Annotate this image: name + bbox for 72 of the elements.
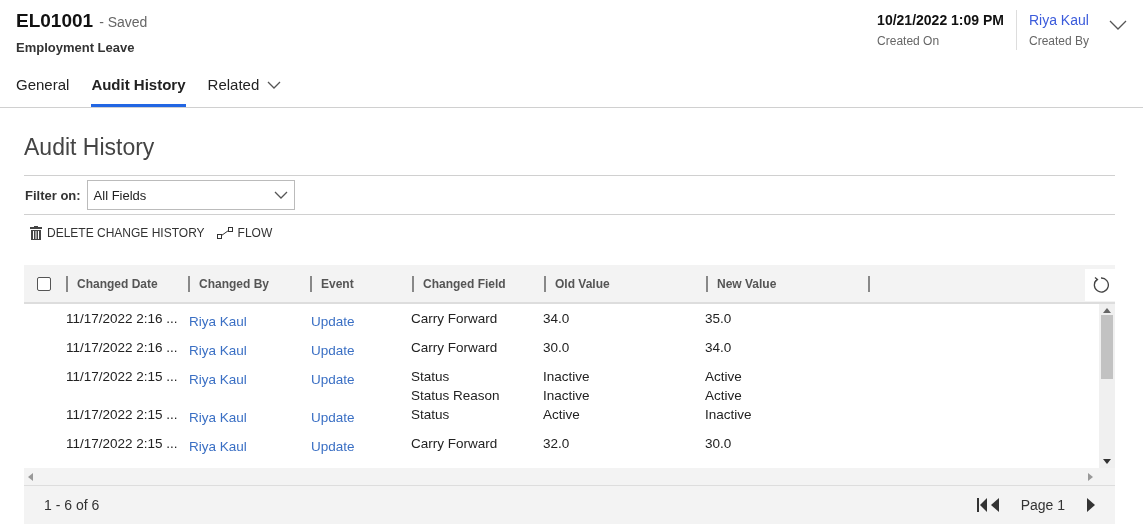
event-link[interactable]: Update — [311, 367, 411, 387]
scroll-right-arrow-icon[interactable] — [1088, 472, 1093, 481]
table-cell-text: Inactive — [705, 406, 753, 424]
table-cell-text: Inactive — [543, 387, 591, 405]
table-cell-text: 11/17/2022 2:15 ... — [66, 435, 179, 453]
table-cell-text: 11/17/2022 2:16 ... — [66, 339, 179, 357]
chevron-down-icon — [273, 191, 288, 199]
tab[interactable]: Audit History — [91, 62, 186, 107]
event-link[interactable]: Update — [311, 434, 411, 454]
header-field-link[interactable]: Riya Kaul — [1028, 12, 1089, 28]
chevron-down-icon — [267, 80, 282, 89]
vertical-scrollbar[interactable] — [1099, 304, 1115, 468]
user-link[interactable]: Riya Kaul — [189, 309, 311, 329]
table-cell-text: Carry Forward — [411, 339, 499, 357]
table-cell-text: 35.0 — [705, 310, 733, 328]
user-link[interactable]: Riya Kaul — [189, 434, 311, 454]
user-link[interactable]: Riya Kaul — [189, 338, 311, 358]
event-link[interactable]: Update — [311, 338, 411, 358]
scroll-down-arrow-icon[interactable] — [1103, 459, 1111, 464]
filter-label: Filter on: — [25, 187, 81, 203]
table-cell-text: Active — [543, 406, 581, 424]
select-all-checkbox[interactable] — [37, 276, 51, 291]
table-cell-text: Status Reason — [411, 387, 501, 405]
section-title: Audit History — [24, 108, 1115, 176]
event-link[interactable]: Update — [311, 309, 411, 329]
table-cell-text: 30.0 — [705, 435, 733, 453]
refresh-button[interactable] — [1085, 269, 1115, 301]
table-cell-text: Carry Forward — [411, 435, 499, 453]
table-cell-text: Status — [411, 406, 451, 424]
table-cell-text: Status — [411, 368, 451, 386]
table-cell-text: 30.0 — [543, 339, 571, 357]
table-cell-text: Inactive — [543, 368, 591, 386]
header-field-value: 10/21/2022 1:09 PM — [877, 12, 1004, 28]
column-header[interactable]: Old Value — [555, 276, 610, 291]
table-cell-text: Carry Forward — [411, 310, 499, 328]
column-header[interactable]: Changed Field — [423, 276, 506, 291]
previous-page-button[interactable] — [990, 498, 999, 512]
table-cell-text: Active — [705, 368, 743, 386]
trash-icon — [30, 226, 42, 240]
table-cell-text: Active — [705, 387, 743, 405]
tab[interactable]: Related — [207, 62, 282, 107]
user-link[interactable]: Riya Kaul — [189, 405, 311, 425]
page-number: Page 1 — [1020, 497, 1065, 513]
save-status: - Saved — [99, 14, 148, 30]
table-cell-text: 32.0 — [543, 435, 571, 453]
scroll-left-arrow-icon[interactable] — [28, 472, 33, 481]
column-header[interactable]: Changed Date — [77, 276, 158, 291]
table-cell-text: 11/17/2022 2:15 ... — [66, 406, 179, 424]
first-page-button[interactable] — [976, 498, 987, 512]
chevron-down-icon[interactable] — [1109, 20, 1127, 30]
next-page-button[interactable] — [1087, 498, 1095, 512]
filter-dropdown[interactable]: All Fields — [86, 180, 295, 210]
header-field-label: Created By — [1028, 34, 1089, 48]
table-cell-text: 34.0 — [705, 339, 733, 357]
tab[interactable]: General — [16, 62, 70, 107]
column-header[interactable]: Changed By — [199, 276, 269, 291]
column-header[interactable]: Event — [321, 276, 354, 291]
event-link[interactable]: Update — [311, 405, 411, 425]
table-cell-text: 11/17/2022 2:15 ... — [66, 368, 179, 386]
header-field-label: Created On — [877, 34, 941, 48]
column-header[interactable]: New Value — [717, 276, 777, 291]
refresh-icon — [1091, 276, 1109, 294]
table-cell-text: 34.0 — [543, 310, 571, 328]
table-cell-text: 11/17/2022 2:16 ... — [66, 310, 179, 328]
user-link[interactable]: Riya Kaul — [189, 367, 311, 387]
record-id: EL01001 — [16, 10, 94, 32]
toolbar-button[interactable]: DELETE CHANGE HISTORY — [30, 225, 205, 241]
scroll-up-arrow-icon[interactable] — [1103, 308, 1111, 313]
toolbar-button[interactable]: FLOW — [216, 225, 273, 241]
entity-name: Employment Leave — [16, 40, 136, 55]
flow-icon — [216, 227, 233, 239]
record-count: 1 - 6 of 6 — [44, 497, 100, 513]
